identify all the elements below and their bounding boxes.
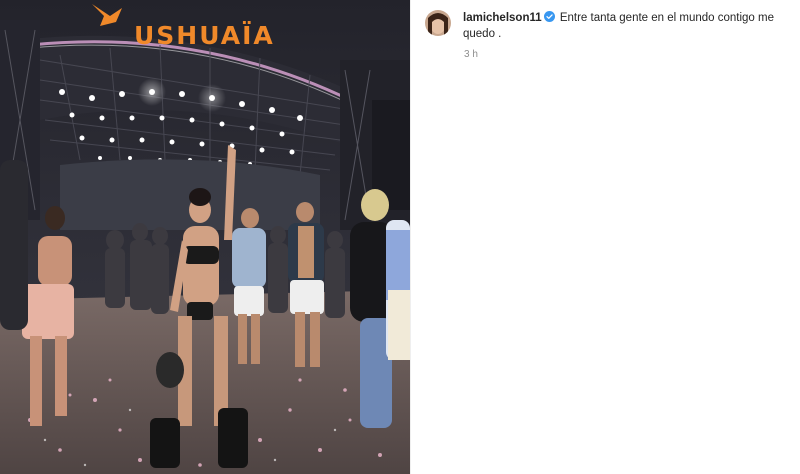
sign-text: USHUAÏA [134, 20, 275, 50]
caption: lamichelson11 Entre tanta gente en el mu… [463, 10, 783, 42]
verified-badge-icon [543, 11, 555, 22]
profile-avatar-icon [425, 10, 451, 36]
caption-row: lamichelson11 Entre tanta gente en el mu… [425, 10, 785, 42]
username-link[interactable]: lamichelson11 [463, 12, 542, 24]
concert-photo-illustration: USHUAÏA [0, 0, 410, 474]
avatar[interactable] [425, 10, 451, 36]
post-photo[interactable]: USHUAÏA [0, 0, 410, 474]
post-details-panel: lamichelson11 Entre tanta gente en el mu… [410, 0, 800, 474]
post-timestamp[interactable]: 3 h [464, 49, 478, 60]
instagram-post-view: USHUAÏA lamichelson11 Entre tanta gente … [0, 0, 800, 474]
